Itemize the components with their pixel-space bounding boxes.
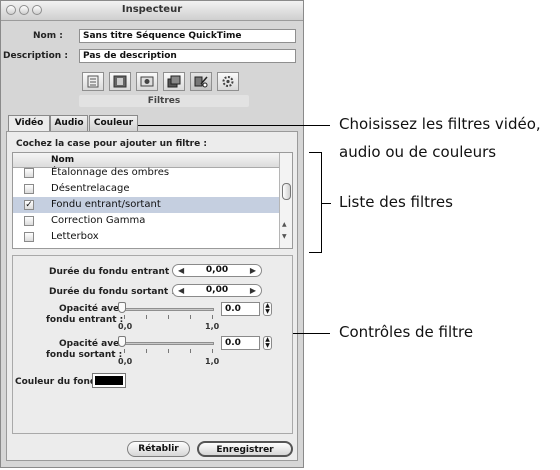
filter-checkbox[interactable] xyxy=(24,168,34,178)
settings-tab-button[interactable] xyxy=(217,72,239,91)
name-label: Nom : xyxy=(33,31,63,41)
decrement-arrow-icon[interactable]: ◀ xyxy=(178,265,184,276)
filter-name: Fondu entrant/sortant xyxy=(51,199,161,210)
filters-icon xyxy=(194,76,208,88)
opacity-in-label-line2: fondu entrant : xyxy=(46,315,124,325)
bracket-pointer xyxy=(322,203,331,204)
film-tab-button[interactable] xyxy=(109,72,131,91)
list-item[interactable]: Letterbox xyxy=(13,229,281,245)
filter-checkbox[interactable] xyxy=(24,232,34,242)
bracket-top xyxy=(309,152,321,153)
slider-knob[interactable] xyxy=(118,336,126,347)
filter-checkbox[interactable] xyxy=(24,184,34,194)
scroll-down-arrow-icon[interactable]: ▼ xyxy=(282,233,287,240)
title-bar[interactable]: Inspecteur xyxy=(1,1,303,21)
fade-in-duration-stepper[interactable]: ◀ 0,00 ▶ xyxy=(172,264,262,277)
description-field[interactable]: Pas de description xyxy=(79,49,296,63)
media-tab-button[interactable] xyxy=(136,72,158,91)
info-tab-button[interactable] xyxy=(82,72,104,91)
slider-track[interactable] xyxy=(122,308,214,311)
filters-tab-button[interactable] xyxy=(190,72,212,91)
list-scrollbar[interactable]: ▲ ▼ xyxy=(279,153,292,248)
fade-color-well[interactable] xyxy=(92,373,126,388)
save-button[interactable]: Enregistrer xyxy=(197,441,293,457)
fade-in-duration-value: 0,00 xyxy=(205,265,229,275)
slider-min-label: 0,0 xyxy=(118,322,133,331)
scrollbar-thumb[interactable] xyxy=(282,183,291,200)
revert-button[interactable]: Rétablir xyxy=(127,441,190,457)
gear-icon xyxy=(222,76,234,87)
description-label: Description : xyxy=(3,51,68,61)
callout-tabs: Choisissez les filtres vidéo, xyxy=(339,115,541,133)
decrement-arrow-icon[interactable]: ◀ xyxy=(178,285,184,296)
filter-name: Correction Gamma xyxy=(51,215,146,226)
fade-out-duration-label: Durée du fondu sortant : xyxy=(49,287,175,297)
filter-list[interactable]: Nom Étalonnage des ombres Désentrelacage… xyxy=(12,152,293,249)
media-icon xyxy=(140,76,154,87)
increment-arrow-icon[interactable]: ▶ xyxy=(250,265,256,276)
filter-name: Étalonnage des ombres xyxy=(51,167,170,178)
slider-max-label: 1,0 xyxy=(205,357,220,366)
layers-icon xyxy=(167,75,181,88)
section-label: Filtres xyxy=(79,95,249,107)
slider-knob[interactable] xyxy=(118,302,126,313)
filter-name: Désentrelacage xyxy=(51,183,130,194)
opacity-out-slider[interactable] xyxy=(118,336,218,360)
bracket-bottom xyxy=(309,252,321,253)
fade-out-duration-value: 0,00 xyxy=(205,285,229,295)
filter-checkbox-checked[interactable]: ✓ xyxy=(24,200,34,210)
fade-color-swatch xyxy=(95,376,123,385)
tab-audio[interactable]: Audio xyxy=(50,115,88,131)
increment-arrow-icon[interactable]: ▶ xyxy=(250,285,256,296)
filter-list-instruction: Cochez la case pour ajouter un filtre : xyxy=(16,139,207,149)
callout-controls: Contrôles de filtre xyxy=(339,323,474,341)
fade-in-duration-label: Durée du fondu entrant : xyxy=(49,267,176,277)
opacity-out-label-line1: Opacité avec xyxy=(59,339,125,349)
slider-track[interactable] xyxy=(122,342,214,345)
callout-list: Liste des filtres xyxy=(339,193,453,211)
window-title: Inspecteur xyxy=(121,4,183,15)
tab-video[interactable]: Vidéo xyxy=(8,115,50,132)
list-item-selected[interactable]: ✓ Fondu entrant/sortant xyxy=(13,197,281,213)
name-field[interactable]: Sans titre Séquence QuickTime xyxy=(79,29,296,43)
opacity-out-spinner[interactable]: ▲ ▼ xyxy=(263,336,272,350)
opacity-in-value-field[interactable]: 0.0 xyxy=(221,302,260,316)
scroll-up-arrow-icon[interactable]: ▲ xyxy=(282,221,287,228)
opacity-in-slider[interactable] xyxy=(118,302,218,326)
fade-out-duration-stepper[interactable]: ◀ 0,00 ▶ xyxy=(172,284,262,297)
filter-name: Letterbox xyxy=(51,231,99,242)
opacity-out-label-line2: fondu sortant : xyxy=(46,350,123,360)
callout-line-controls xyxy=(293,333,330,334)
list-item[interactable]: Correction Gamma xyxy=(13,213,281,229)
callout-tabs-line2: audio ou de couleurs xyxy=(339,143,497,161)
filter-checkbox[interactable] xyxy=(24,216,34,226)
opacity-in-label-line1: Opacité avec xyxy=(59,304,125,314)
callout-line-tabs xyxy=(138,125,330,126)
slider-min-label: 0,0 xyxy=(118,357,133,366)
opacity-out-value-field[interactable]: 0.0 xyxy=(221,336,260,350)
layers-tab-button[interactable] xyxy=(163,72,185,91)
film-strip-icon xyxy=(113,75,127,88)
list-item[interactable]: Étalonnage des ombres xyxy=(13,165,281,181)
info-icon xyxy=(87,75,99,88)
list-item[interactable]: Désentrelacage xyxy=(13,181,281,197)
opacity-in-spinner[interactable]: ▲ ▼ xyxy=(263,302,272,316)
slider-max-label: 1,0 xyxy=(205,322,220,331)
tab-couleur[interactable]: Couleur xyxy=(89,115,138,131)
